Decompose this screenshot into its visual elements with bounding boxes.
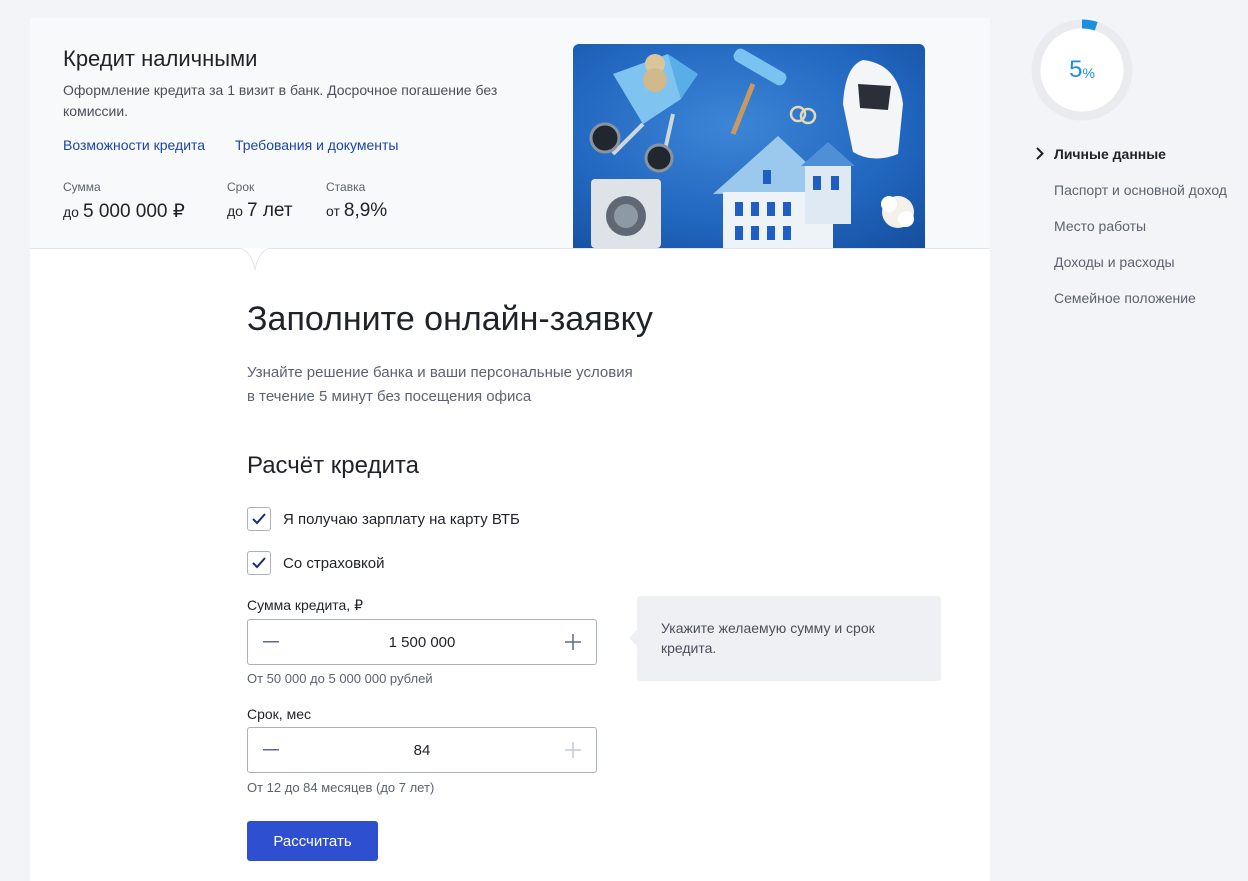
step-label: Доходы и расходы [1054,254,1175,270]
hero-banner: Кредит наличными Оформление кредита за 1… [30,18,990,248]
hero-illustration-graphic [573,44,925,248]
form-subtitle-line-2: в течение 5 минут без посещения офиса [247,388,532,405]
sum-field-label: Сумма кредита, ₽ [247,597,363,613]
term-input[interactable] [294,741,550,759]
hero-illustration [573,44,925,248]
step-family-status[interactable]: Семейное положение [1034,280,1227,316]
section-title-credit-calc: Расчёт кредита [247,452,419,479]
hero-description: Оформление кредита за 1 визит в банк. До… [63,82,498,119]
form-subtitle-line-1: Узнайте решение банка и ваши персональны… [247,364,633,381]
checkbox-insurance[interactable] [247,551,271,575]
term-field-label: Срок, мес [247,706,311,722]
plus-icon [565,742,581,758]
sum-increase-button[interactable] [550,620,596,664]
check-icon [252,513,266,525]
sum-input[interactable] [294,633,550,651]
link-credit-features[interactable]: Возможности кредита [63,137,205,153]
stat-amount: Сумма до 5 000 000 ₽ [63,180,185,223]
calculate-button[interactable]: Рассчитать [247,821,378,861]
term-stepper [247,727,597,773]
application-steps: Личные данные Паспорт и основной доход М… [1034,136,1227,316]
stat-term: Срок до 7 лет [227,180,293,222]
step-label: Место работы [1054,218,1147,234]
stat-rate: Ставка от 8,9% [326,180,387,222]
stat-term-prefix: до [227,203,243,219]
plus-icon [565,634,581,650]
term-field-hint: От 12 до 84 месяцев (до 7 лет) [247,780,435,795]
step-passport-income[interactable]: Паспорт и основной доход [1034,172,1227,208]
stat-term-value: 7 лет [246,200,293,221]
step-label: Семейное положение [1054,290,1196,306]
stat-rate-prefix: от [326,203,340,219]
check-icon [252,557,266,569]
checkbox-label-insurance: Со страховкой [283,554,385,572]
stat-amount-label: Сумма [63,180,101,194]
term-decrease-button[interactable] [248,728,294,772]
sum-field-hint: От 50 000 до 5 000 000 рублей [247,671,433,686]
term-increase-button[interactable] [550,728,596,772]
minus-icon [263,641,279,643]
step-label: Паспорт и основной доход [1054,182,1227,198]
step-workplace[interactable]: Место работы [1034,208,1227,244]
hero-title: Кредит наличными [63,46,258,71]
progress-readout: 5 % [1030,18,1134,122]
checkbox-row-salary-card[interactable]: Я получаю зарплату на карту ВТБ [247,507,520,531]
step-label: Личные данные [1054,146,1166,162]
form-title: Заполните онлайн-заявку [247,300,653,338]
stat-amount-prefix: до [63,204,79,220]
minus-icon [263,749,279,751]
step-personal-data[interactable]: Личные данные [1034,136,1227,172]
step-income-expenses[interactable]: Доходы и расходы [1034,244,1227,280]
stat-term-label: Срок [227,180,255,194]
checkbox-label-salary-card: Я получаю зарплату на карту ВТБ [283,510,520,528]
stat-amount-value: 5 000 000 ₽ [82,201,185,222]
checkbox-salary-card[interactable] [247,507,271,531]
progress-unit: % [1082,65,1095,81]
main-card: Кредит наличными Оформление кредита за 1… [30,18,990,881]
divider-notch [240,244,270,271]
form-subtitle: Узнайте решение банка и ваши персональны… [247,361,707,409]
sum-decrease-button[interactable] [248,620,294,664]
stat-rate-value: 8,9% [343,200,388,221]
sum-stepper [247,619,597,665]
checkbox-row-insurance[interactable]: Со страховкой [247,551,385,575]
sum-term-tooltip: Укажите желаемую сумму и срок кредита. [629,596,941,681]
stat-rate-label: Ставка [326,180,366,194]
progress-value: 5 [1069,56,1083,83]
hero-divider [30,248,990,249]
chevron-right-icon [1036,147,1044,160]
link-requirements-documents[interactable]: Требования и документы [235,137,398,153]
